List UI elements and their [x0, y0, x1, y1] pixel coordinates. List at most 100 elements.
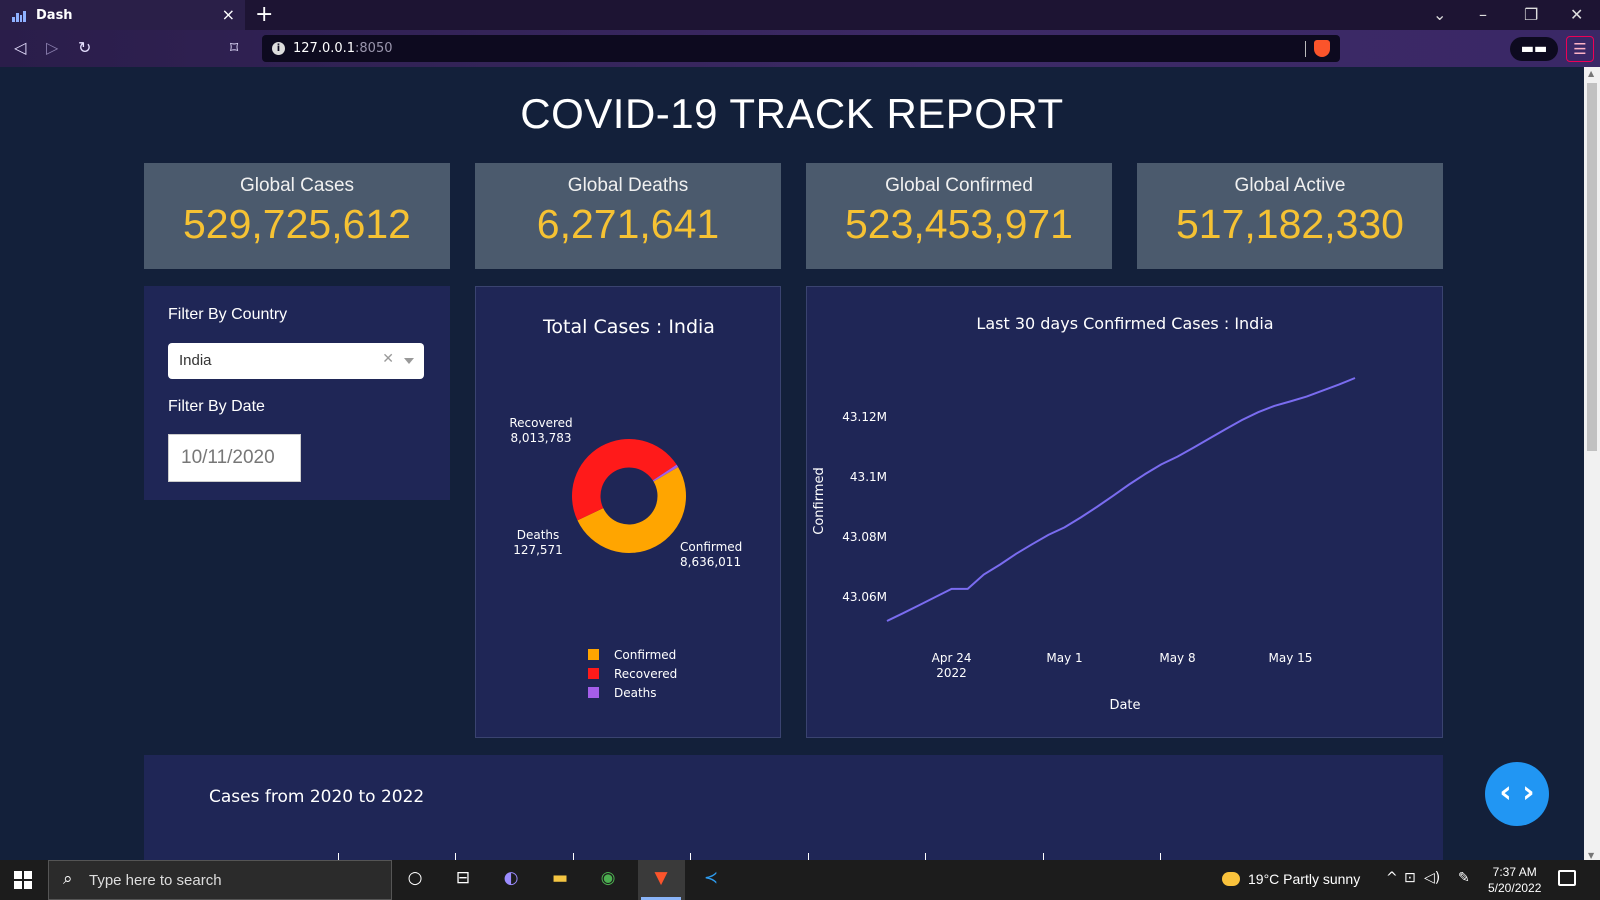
- forward-icon[interactable]: ▷: [46, 38, 58, 57]
- search-icon: ⌕: [63, 869, 73, 889]
- vscode-icon[interactable]: ≺: [698, 868, 724, 892]
- line-chart-y-axis-label: Confirmed: [812, 467, 827, 535]
- x-tick-year-label: 2022: [936, 666, 967, 680]
- dash-favicon-icon: [12, 8, 26, 22]
- confirmed-cases-line-chart: Last 30 days Confirmed Cases : India Dat…: [812, 314, 1356, 713]
- tab-close-icon[interactable]: ×: [222, 5, 235, 24]
- clock-date: 5/20/2022: [1488, 881, 1542, 895]
- pie-slice-label: Recovered: [509, 416, 572, 430]
- volume-icon[interactable]: ◁): [1424, 870, 1440, 886]
- dropdown-arrow-icon[interactable]: [404, 358, 414, 364]
- line-chart-x-axis-label: Date: [1109, 698, 1140, 713]
- show-hidden-icons-chevron-icon[interactable]: ^: [1386, 870, 1398, 886]
- windows-start-icon[interactable]: [14, 871, 32, 889]
- kpi-card-global-active: Global Active 517,182,330: [1137, 163, 1443, 269]
- url-host: 127.0.0.1: [293, 41, 356, 56]
- y-tick-label: 43.06M: [842, 590, 887, 604]
- pen-icon[interactable]: ✎: [1458, 870, 1470, 886]
- network-icon[interactable]: ⊡: [1404, 870, 1416, 886]
- notification-center-icon[interactable]: [1558, 870, 1576, 886]
- kpi-label: Global Cases: [239, 175, 355, 196]
- pie-slice-value-label: 127,571: [513, 543, 563, 557]
- cases-2020-2022-chart-panel: Cases from 2020 to 2022: [144, 755, 1443, 865]
- cortana-icon[interactable]: ○: [402, 868, 428, 892]
- kpi-label: Global Confirmed: [885, 175, 1033, 196]
- scroll-up-arrow-icon[interactable]: ▲: [1588, 69, 1594, 78]
- x-tick-label: May 8: [1159, 651, 1195, 665]
- close-window-button[interactable]: ✕: [1570, 5, 1583, 24]
- new-tab-button[interactable]: +: [255, 2, 273, 27]
- tab-title: Dash: [36, 7, 73, 23]
- bottom-chart-title: Cases from 2020 to 2022: [209, 787, 425, 807]
- clock-time: 7:37 AM: [1492, 865, 1537, 879]
- kpi-label: Global Active: [1234, 175, 1346, 196]
- restore-button[interactable]: ❐: [1524, 5, 1538, 24]
- chrome-icon[interactable]: ◉: [595, 868, 621, 892]
- private-window-icon[interactable]: ▬▬: [1510, 37, 1558, 61]
- x-tick-label: May 15: [1268, 651, 1312, 665]
- browser-tab[interactable]: Dash ×: [0, 0, 245, 30]
- brave-browser-icon[interactable]: ▼: [648, 868, 674, 892]
- weather-text: 19°C Partly sunny: [1248, 871, 1361, 887]
- pie-chart-title: Total Cases : India: [542, 316, 715, 338]
- weather-widget[interactable]: 19°C Partly sunny: [1222, 871, 1360, 887]
- site-info-icon[interactable]: i: [272, 42, 285, 55]
- kpi-card-global-deaths: Global Deaths 6,271,641: [475, 163, 781, 269]
- legend-swatch[interactable]: [588, 649, 599, 660]
- back-icon[interactable]: ◁: [14, 38, 26, 57]
- legend-item[interactable]: Recovered: [614, 667, 677, 681]
- pie-slice-label: Confirmed: [680, 540, 742, 554]
- reload-icon[interactable]: ↻: [78, 38, 91, 57]
- address-bar[interactable]: i 127.0.0.1:8050: [262, 35, 1340, 62]
- page-title: COVID-19 TRACK REPORT: [520, 90, 1064, 137]
- taskbar-search-placeholder: Type here to search: [89, 872, 222, 889]
- total-cases-donut-chart: Total Cases : India Confirmed8,636,011Re…: [509, 316, 742, 700]
- minimize-button[interactable]: –: [1479, 5, 1487, 24]
- line-chart-title: Last 30 days Confirmed Cases : India: [976, 314, 1273, 333]
- x-tick-label: Apr 24: [932, 651, 972, 665]
- country-filter-label: Filter By Country: [168, 306, 288, 323]
- legend-item[interactable]: Deaths: [614, 686, 657, 700]
- windows-taskbar: ⌕ Type here to search ○ ⊟ ◐ ▬ ◉ ▼ ≺ 19°C…: [0, 860, 1600, 900]
- kpi-label: Global Deaths: [567, 175, 689, 196]
- browser-menu-icon[interactable]: ☰: [1566, 36, 1594, 62]
- brave-shield-icon[interactable]: [1314, 40, 1330, 57]
- kpi-value: 517,182,330: [1175, 201, 1404, 247]
- address-bar-divider: [1305, 41, 1306, 57]
- y-tick-label: 43.12M: [842, 410, 887, 424]
- date-filter-label: Filter By Date: [168, 398, 265, 415]
- kpi-card-global-cases: Global Cases 529,725,612: [144, 163, 450, 269]
- eclipse-app-icon[interactable]: ◐: [498, 868, 524, 892]
- date-picker-input[interactable]: [168, 434, 301, 482]
- legend-swatch[interactable]: [588, 687, 599, 698]
- confirmed-cases-line-chart-panel: Last 30 days Confirmed Cases : India Dat…: [806, 286, 1443, 738]
- taskbar-clock[interactable]: 7:37 AM 5/20/2022: [1488, 864, 1541, 896]
- legend-swatch[interactable]: [588, 668, 599, 679]
- scroll-down-arrow-icon[interactable]: ▼: [1588, 851, 1594, 860]
- scrollbar-thumb[interactable]: [1587, 83, 1597, 451]
- clear-selection-icon[interactable]: ✕: [382, 351, 394, 367]
- bookmark-icon[interactable]: ⌑: [230, 38, 238, 57]
- legend-item[interactable]: Confirmed: [614, 648, 676, 662]
- partly-sunny-icon: [1222, 872, 1240, 886]
- pie-slice-label: Deaths: [517, 528, 560, 542]
- pie-slice-value-label: 8,636,011: [680, 555, 741, 569]
- confirmed-series-line[interactable]: [886, 377, 1356, 622]
- tab-search-chevron-icon[interactable]: ⌄: [1433, 5, 1446, 24]
- total-cases-chart-panel: Total Cases : India Confirmed 8,636,011 Re…: [475, 286, 781, 738]
- taskbar-search-box[interactable]: ⌕ Type here to search: [48, 860, 392, 900]
- url-port: :8050: [355, 41, 393, 56]
- kpi-value: 523,453,971: [844, 201, 1073, 247]
- page-scrollbar[interactable]: ▲ ▼: [1584, 67, 1600, 862]
- country-dropdown[interactable]: India ✕: [168, 343, 424, 379]
- y-tick-label: 43.1M: [850, 470, 887, 484]
- dash-debug-code-button[interactable]: ‹ ›: [1485, 762, 1549, 826]
- task-view-icon[interactable]: ⊟: [450, 868, 476, 892]
- kpi-value: 6,271,641: [536, 201, 720, 247]
- file-explorer-icon[interactable]: ▬: [547, 868, 573, 892]
- country-dropdown-value: India: [179, 352, 212, 369]
- x-tick-label: May 1: [1046, 651, 1082, 665]
- filter-panel: Filter By Country India ✕ Filter By Date: [144, 286, 450, 500]
- kpi-card-global-confirmed: Global Confirmed 523,453,971: [806, 163, 1112, 269]
- browser-tab-bar: Dash × + ⌄ – ❐ ✕: [0, 0, 1600, 30]
